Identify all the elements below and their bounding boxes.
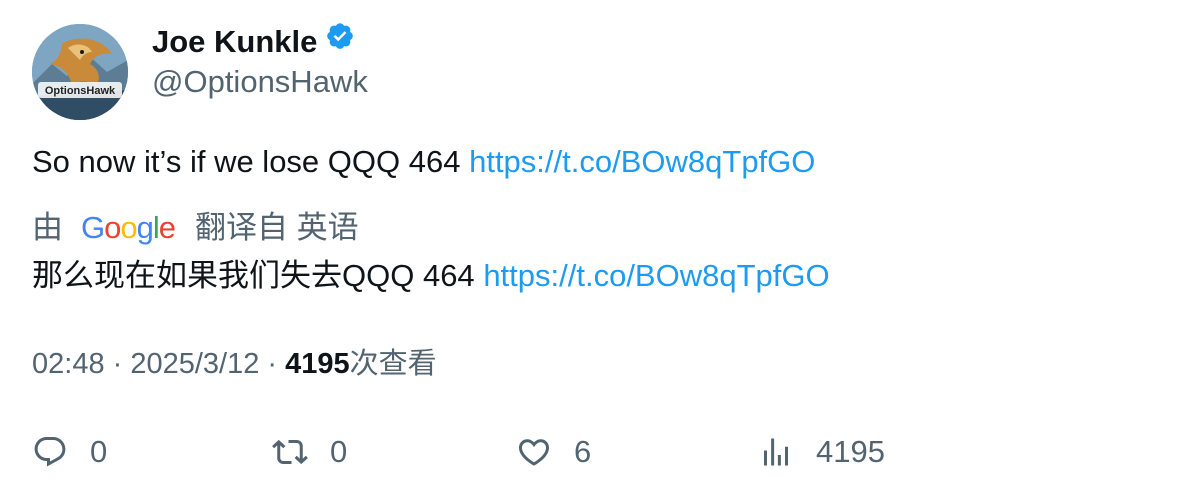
- google-letter: G: [81, 210, 105, 245]
- views-count: 4195: [816, 434, 885, 469]
- like-count: 6: [574, 434, 592, 469]
- translation-prefix: 由: [32, 210, 63, 245]
- tweet-meta: 02:48 · 2025/3/12 · 4195次查看: [32, 344, 437, 384]
- tweet-date[interactable]: 2025/3/12: [130, 348, 259, 380]
- translated-text: 那么现在如果我们失去QQQ 464 https://t.co/BOw8qTpfG…: [32, 256, 830, 296]
- translated-link[interactable]: https://t.co/BOw8qTpfGO: [483, 258, 829, 293]
- tweet-text-body: So now it’s if we lose QQQ 464: [32, 144, 461, 179]
- like-button[interactable]: 6: [516, 430, 591, 474]
- reply-count: 0: [90, 434, 108, 469]
- action-bar: 0 0 6 4195: [0, 430, 1196, 474]
- author-name-text: Joe Kunkle: [152, 24, 318, 59]
- google-letter: g: [136, 210, 154, 245]
- views-button[interactable]: 4195: [758, 430, 885, 474]
- google-logo: Google: [81, 208, 176, 248]
- heart-icon: [518, 439, 550, 466]
- tweet-text: So now it’s if we lose QQQ 464 https://t…: [32, 142, 815, 182]
- google-letter: o: [120, 210, 137, 245]
- translation-suffix[interactable]: 翻译自 英语: [195, 208, 359, 248]
- verified-badge-icon: [325, 21, 355, 61]
- hawk-avatar-image: OptionsHawk: [32, 24, 128, 120]
- author-handle[interactable]: @OptionsHawk: [152, 62, 368, 102]
- avatar-logo-text: OptionsHawk: [45, 85, 116, 97]
- author-name[interactable]: Joe Kunkle: [152, 22, 355, 62]
- view-label: 次查看: [349, 348, 437, 380]
- meta-separator: ·: [259, 348, 286, 380]
- retweet-icon: [272, 439, 308, 465]
- tweet-link[interactable]: https://t.co/BOw8qTpfGO: [469, 144, 815, 179]
- google-letter: e: [158, 210, 176, 245]
- view-count: 4195: [285, 348, 350, 380]
- translated-text-body: 那么现在如果我们失去QQQ 464: [32, 258, 475, 293]
- retweet-count: 0: [330, 434, 348, 469]
- avatar[interactable]: OptionsHawk: [32, 24, 128, 120]
- tweet-time[interactable]: 02:48: [32, 348, 105, 380]
- translation-attribution: 由 Google 翻译自 英语: [32, 208, 359, 248]
- google-letter: o: [104, 210, 121, 245]
- retweet-button[interactable]: 0: [272, 430, 347, 474]
- reply-button[interactable]: 0: [32, 430, 107, 474]
- reply-icon: [34, 437, 66, 467]
- views-icon: [764, 438, 788, 466]
- meta-separator: ·: [104, 348, 131, 380]
